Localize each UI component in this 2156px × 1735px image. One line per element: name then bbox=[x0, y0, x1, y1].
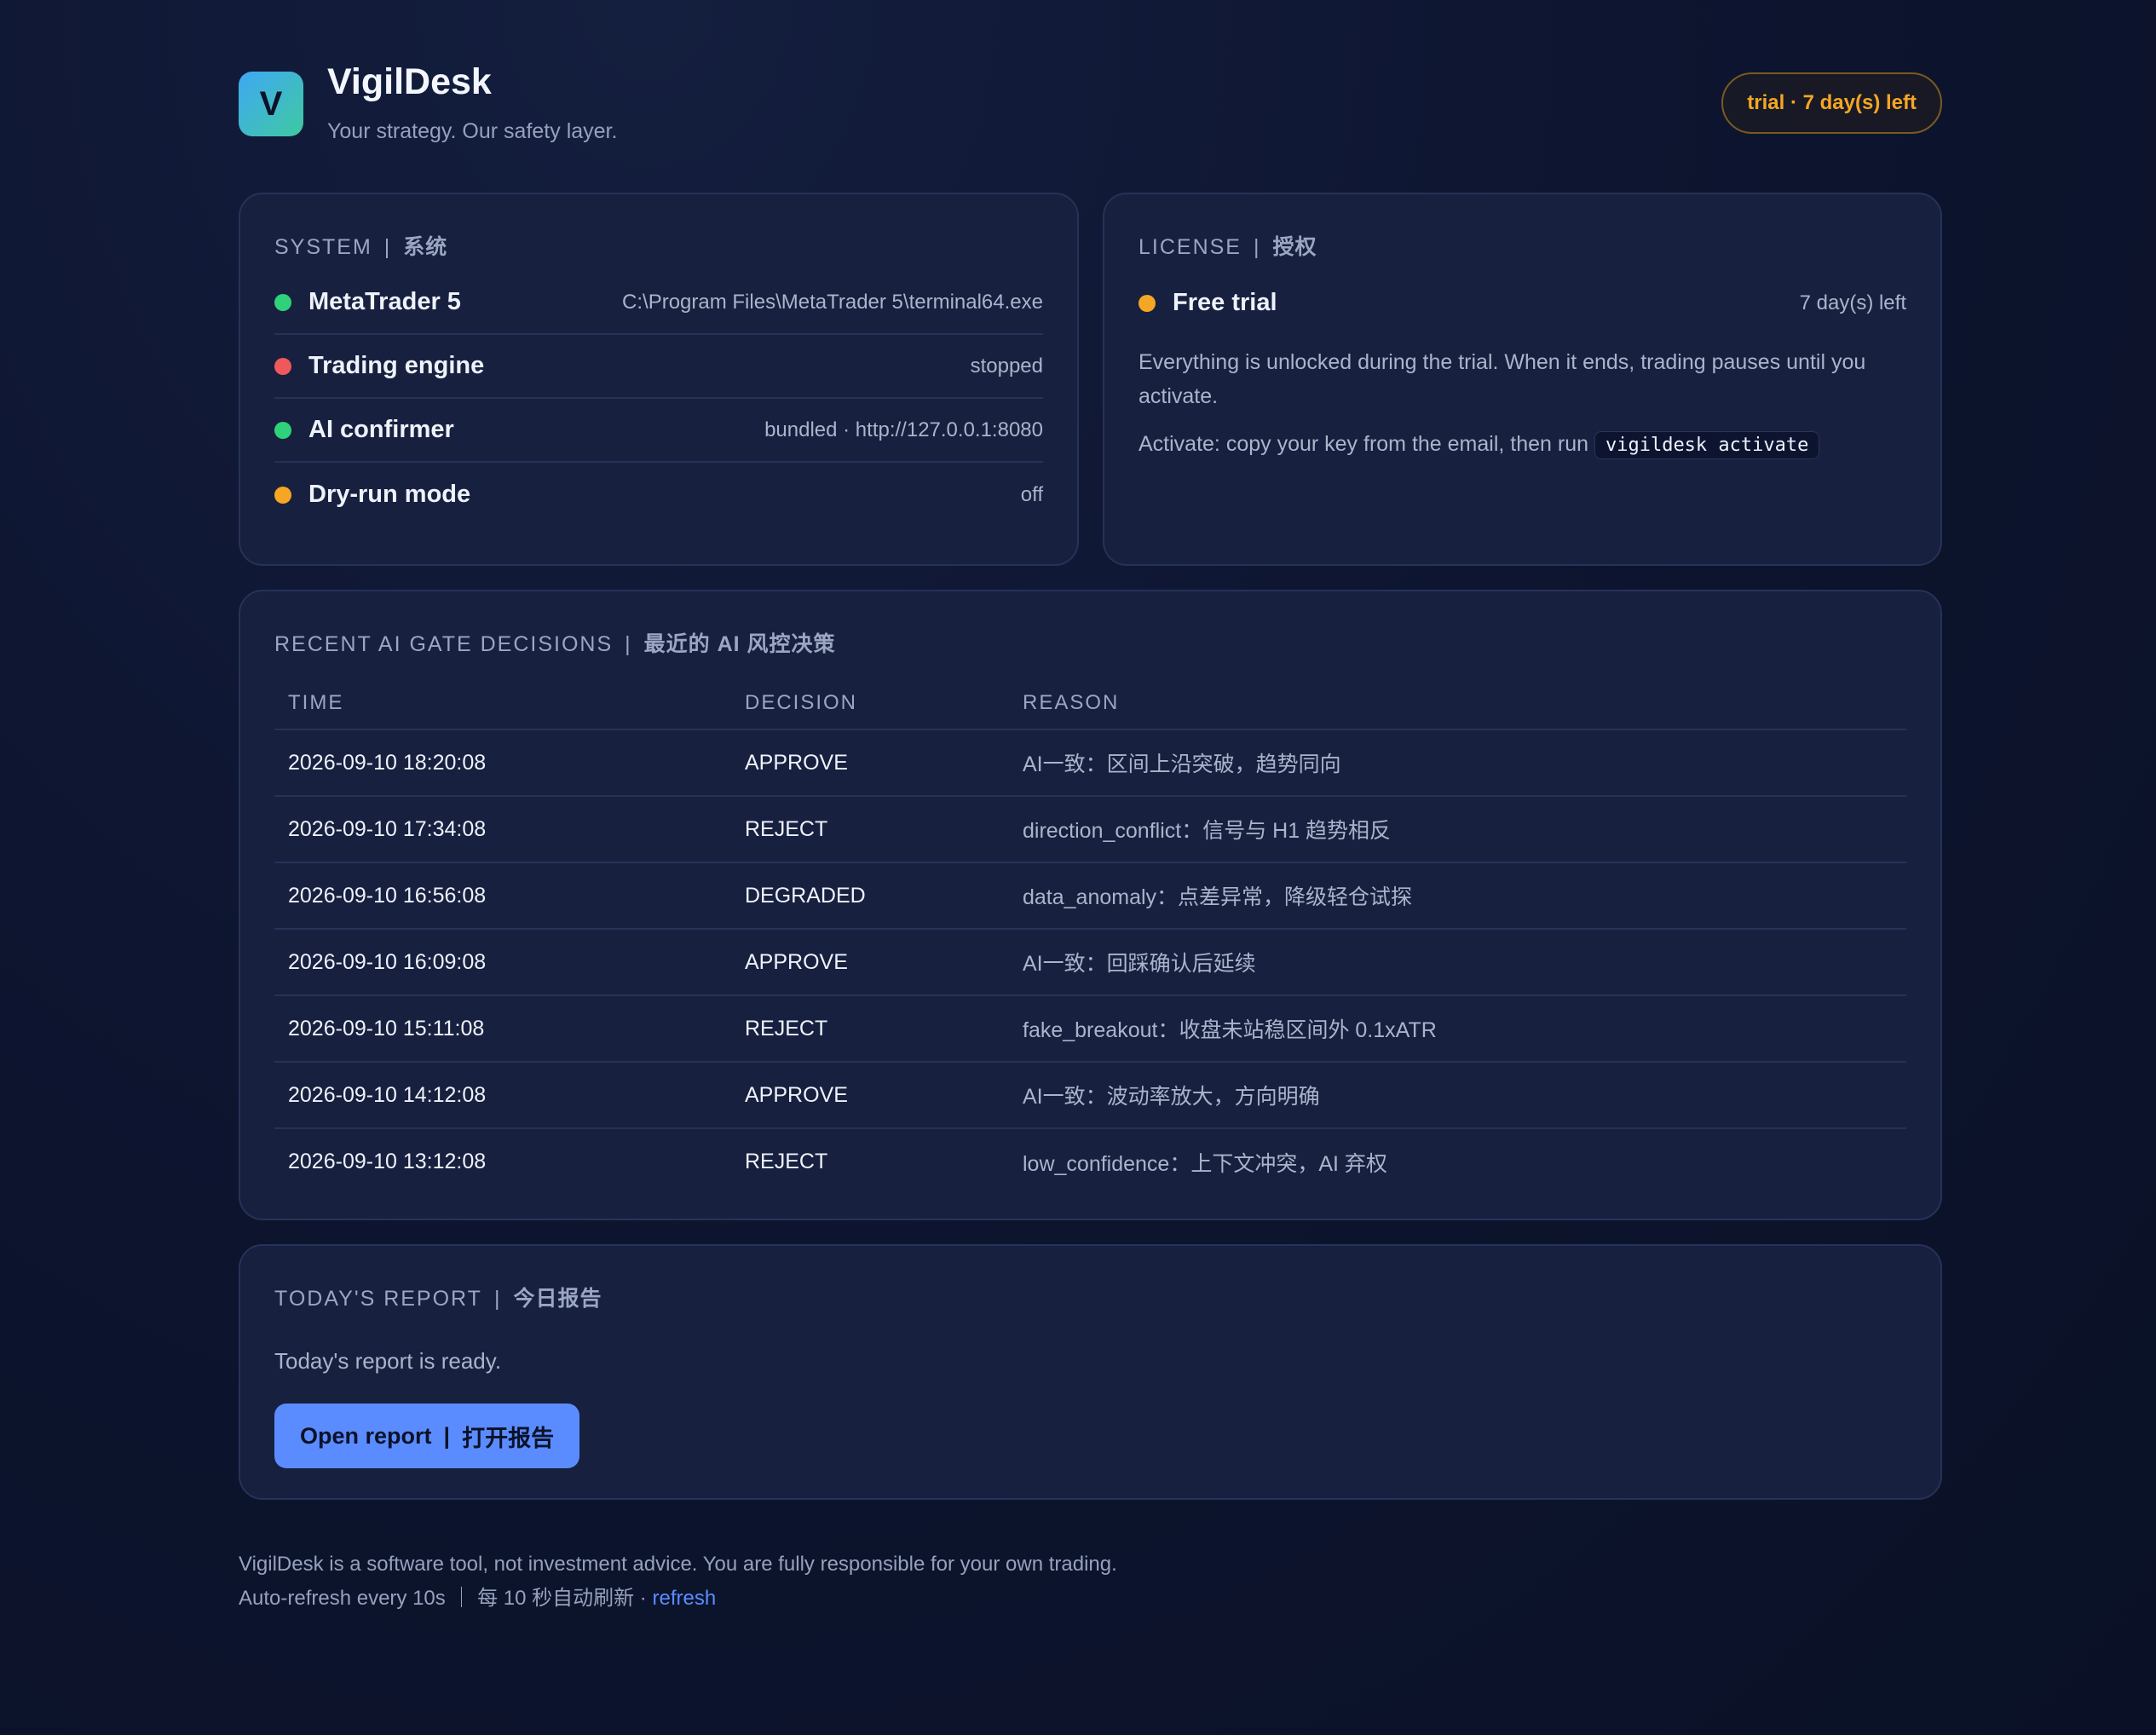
column-header-time: TIME bbox=[274, 677, 731, 730]
license-plan-row: Free trial 7 day(s) left bbox=[1139, 271, 1906, 335]
status-value: C:\Program Files\MetaTrader 5\terminal64… bbox=[622, 290, 1043, 314]
status-name: MetaTrader 5 bbox=[308, 288, 461, 315]
status-name: Dry-run mode bbox=[308, 481, 471, 508]
cell-decision: APPROVE bbox=[731, 929, 1009, 996]
open-report-label-en: Open report bbox=[300, 1422, 432, 1449]
cell-time: 2026-09-10 16:09:08 bbox=[274, 929, 731, 996]
cell-decision: DEGRADED bbox=[731, 862, 1009, 930]
trial-badge: trial · 7 day(s) left bbox=[1721, 72, 1942, 134]
cell-decision: REJECT bbox=[731, 995, 1009, 1063]
cell-reason: AI一致：回踩确认后延续 bbox=[1009, 929, 1906, 996]
cell-decision: APPROVE bbox=[731, 1062, 1009, 1129]
app-subtitle: Your strategy. Our safety layer. bbox=[327, 119, 618, 143]
title-separator: | bbox=[493, 1287, 502, 1311]
decisions-card-title: RECENT AI GATE DECISIONS | 最近的 AI 风控决策 bbox=[274, 627, 1906, 658]
status-row-dry-run: Dry-run mode off bbox=[274, 463, 1043, 527]
table-row: 2026-09-10 16:56:08 DEGRADED data_anomal… bbox=[274, 862, 1906, 930]
button-separator: | bbox=[443, 1422, 451, 1449]
table-row: 2026-09-10 16:09:08 APPROVE AI一致：回踩确认后延续 bbox=[274, 929, 1906, 996]
status-dot-icon bbox=[274, 421, 291, 439]
status-row-metatrader: MetaTrader 5 C:\Program Files\MetaTrader… bbox=[274, 271, 1043, 335]
open-report-label-cn: 打开报告 bbox=[462, 1425, 555, 1451]
cell-time: 2026-09-10 18:20:08 bbox=[274, 729, 731, 797]
status-dot-icon bbox=[274, 486, 291, 504]
status-value: off bbox=[1020, 482, 1043, 506]
title-separator: | bbox=[1253, 235, 1261, 259]
activate-command[interactable]: vigildesk activate bbox=[1594, 431, 1820, 459]
cell-reason: AI一致：波动率放大，方向明确 bbox=[1009, 1062, 1906, 1129]
status-row-ai-confirmer: AI confirmer bundled · http://127.0.0.1:… bbox=[274, 399, 1043, 463]
dashboard: V VigilDesk Your strategy. Our safety la… bbox=[239, 0, 1942, 1610]
license-card: LICENSE | 授权 Free trial 7 day(s) left Ever… bbox=[1103, 193, 1942, 566]
system-status-list: MetaTrader 5 C:\Program Files\MetaTrader… bbox=[274, 271, 1043, 527]
header: V VigilDesk Your strategy. Our safety la… bbox=[239, 0, 1942, 193]
system-title-en: SYSTEM bbox=[274, 235, 372, 259]
license-activate-line: Activate: copy your key from the email, … bbox=[1139, 427, 1906, 463]
footer-refresh-text: Auto-refresh every 10s ｜ 每 10 秒自动刷新 · bbox=[239, 1587, 647, 1610]
license-plan: Free trial bbox=[1173, 289, 1277, 316]
table-row: 2026-09-10 13:12:08 REJECT low_confidenc… bbox=[274, 1128, 1906, 1195]
table-row: 2026-09-10 15:11:08 REJECT fake_breakout… bbox=[274, 995, 1906, 1063]
report-card: TODAY'S REPORT | 今日报告 Today's report is re… bbox=[239, 1244, 1942, 1500]
license-description: Everything is unlocked during the trial.… bbox=[1139, 350, 1866, 408]
status-value: stopped bbox=[970, 354, 1043, 378]
license-title-cn: 授权 bbox=[1272, 235, 1317, 259]
report-title-cn: 今日报告 bbox=[513, 1287, 602, 1311]
cell-reason: fake_breakout：收盘未站稳区间外 0.1xATR bbox=[1009, 995, 1906, 1063]
footer: VigilDesk is a software tool, not invest… bbox=[239, 1548, 1117, 1616]
status-name: Trading engine bbox=[308, 352, 485, 379]
cell-time: 2026-09-10 13:12:08 bbox=[288, 1150, 487, 1173]
license-remaining: 7 day(s) left bbox=[1799, 291, 1906, 314]
table-row: 2026-09-10 18:20:08 APPROVE AI一致：区间上沿突破，… bbox=[274, 729, 1906, 797]
title-separator: | bbox=[383, 235, 392, 259]
table-header-row: TIME DECISION REASON bbox=[274, 677, 1906, 730]
open-report-button[interactable]: Open report | 打开报告 bbox=[274, 1404, 580, 1468]
cell-decision: APPROVE bbox=[731, 729, 1009, 797]
cell-time: 2026-09-10 15:11:08 bbox=[274, 995, 731, 1063]
decisions-table: TIME DECISION REASON 2026-09-10 18:20:08… bbox=[274, 677, 1906, 1195]
cell-reason: low_confidence：上下文冲突，AI 弃权 bbox=[1023, 1151, 1387, 1176]
cell-time: 2026-09-10 14:12:08 bbox=[274, 1062, 731, 1129]
table-row: 2026-09-10 14:12:08 APPROVE AI一致：波动率放大，方… bbox=[274, 1062, 1906, 1129]
decisions-title-cn: 最近的 AI 风控决策 bbox=[643, 632, 836, 656]
status-name: AI confirmer bbox=[308, 416, 454, 443]
decisions-title-en: RECENT AI GATE DECISIONS bbox=[274, 632, 614, 656]
footer-disclaimer: VigilDesk is a software tool, not invest… bbox=[239, 1553, 1117, 1576]
cell-decision: REJECT bbox=[745, 1150, 828, 1173]
status-dot-icon bbox=[274, 293, 291, 311]
license-activate-text: Activate: copy your key from the email, … bbox=[1139, 432, 1589, 456]
cell-reason: AI一致：区间上沿突破，趋势同向 bbox=[1009, 729, 1906, 797]
column-header-decision: DECISION bbox=[731, 677, 1009, 730]
status-value: bundled · http://127.0.0.1:8080 bbox=[764, 418, 1043, 441]
cell-reason: data_anomaly：点差异常，降级轻仓试探 bbox=[1009, 862, 1906, 930]
report-card-title: TODAY'S REPORT | 今日报告 bbox=[274, 1282, 1906, 1312]
title-separator: | bbox=[625, 632, 632, 656]
cell-decision: REJECT bbox=[731, 796, 1009, 863]
refresh-link[interactable]: refresh bbox=[652, 1587, 716, 1610]
cell-time: 2026-09-10 17:34:08 bbox=[274, 796, 731, 863]
report-status: Today's report is ready. bbox=[274, 1348, 502, 1374]
footer-refresh-line: Auto-refresh every 10s ｜ 每 10 秒自动刷新 · re… bbox=[239, 1582, 1117, 1616]
app-title: VigilDesk bbox=[327, 61, 492, 102]
table-row: 2026-09-10 17:34:08 REJECT direction_con… bbox=[274, 796, 1906, 863]
status-dot-icon bbox=[274, 357, 291, 375]
decisions-card: RECENT AI GATE DECISIONS | 最近的 AI 风控决策 TIM… bbox=[239, 590, 1942, 1220]
status-dot-icon bbox=[1139, 294, 1156, 312]
system-title-cn: 系统 bbox=[403, 235, 448, 259]
license-card-title: LICENSE | 授权 bbox=[1139, 230, 1906, 261]
cell-reason: direction_conflict：信号与 H1 趋势相反 bbox=[1009, 796, 1906, 863]
app-logo: V bbox=[239, 72, 303, 136]
report-title-en: TODAY'S REPORT bbox=[274, 1287, 482, 1311]
license-title-en: LICENSE bbox=[1139, 235, 1242, 259]
cell-time: 2026-09-10 16:56:08 bbox=[274, 862, 731, 930]
column-header-reason: REASON bbox=[1009, 677, 1906, 730]
system-card: SYSTEM | 系统 MetaTrader 5 C:\Program Files\… bbox=[239, 193, 1079, 566]
status-row-trading-engine: Trading engine stopped bbox=[274, 335, 1043, 399]
system-card-title: SYSTEM | 系统 bbox=[274, 230, 1043, 261]
